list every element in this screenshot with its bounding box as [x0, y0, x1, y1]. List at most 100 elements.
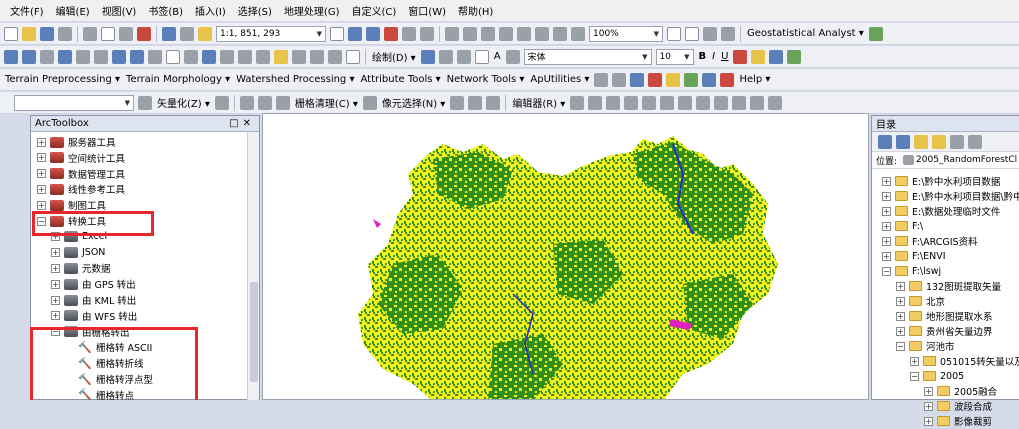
- scroll-thumb[interactable]: [250, 282, 258, 382]
- raster-snapping-icon[interactable]: [239, 95, 254, 110]
- archydro-menu-item[interactable]: Watershed Processing ▾: [233, 74, 357, 85]
- edit-tool-6-icon[interactable]: [660, 95, 675, 110]
- print-preview-icon[interactable]: [703, 26, 717, 41]
- expand-icon[interactable]: +: [51, 248, 60, 258]
- archydro-tool-icon[interactable]: [666, 72, 681, 87]
- catalog-tree-item[interactable]: + 贵州省矢量边界: [896, 323, 993, 339]
- rotate-icon[interactable]: [438, 49, 453, 64]
- expand-icon[interactable]: +: [896, 281, 905, 291]
- model-builder-icon[interactable]: [420, 26, 434, 41]
- arctoolbox-icon[interactable]: [384, 26, 398, 41]
- archydro-tool-icon[interactable]: [702, 72, 717, 87]
- toolbox-tree-item[interactable]: + 由 GPS 转出: [51, 276, 136, 292]
- select-elements-icon[interactable]: [184, 49, 198, 64]
- edit-tool-1-icon[interactable]: [570, 95, 585, 110]
- catalog-tree-item[interactable]: +2005融合: [924, 383, 997, 399]
- layout-tool-8-icon[interactable]: [571, 26, 585, 41]
- geostatistical-analyst-menu[interactable]: Geostatistical Analyst ▾: [744, 28, 867, 39]
- archydro-menu-item[interactable]: Terrain Preprocessing ▾: [2, 74, 123, 85]
- menu-item[interactable]: 文件(F): [4, 3, 50, 18]
- edit-tool-2-icon[interactable]: [588, 95, 603, 110]
- layout-tool-4-icon[interactable]: [499, 26, 513, 41]
- menu-item[interactable]: 视图(V): [96, 3, 143, 18]
- catalog-tree-item[interactable]: + F:\ENVI: [882, 248, 946, 264]
- menu-item[interactable]: 书签(B): [142, 3, 189, 18]
- edit-tool-10-icon[interactable]: [732, 95, 747, 110]
- location-value[interactable]: 2005_RandomForestCl: [916, 155, 1017, 165]
- time-slider-icon[interactable]: [328, 49, 342, 64]
- new-icon[interactable]: [4, 26, 18, 41]
- expand-icon[interactable]: +: [896, 311, 905, 321]
- viewer-icon[interactable]: [346, 49, 360, 64]
- font-color-icon[interactable]: [733, 49, 748, 64]
- expand-icon[interactable]: +: [924, 386, 933, 396]
- archydro-menu-item[interactable]: ApUtilities ▾: [527, 74, 592, 85]
- expand-icon[interactable]: +: [37, 169, 46, 179]
- catalog-tree-item[interactable]: − F:\lswj: [882, 263, 941, 279]
- delete-icon[interactable]: [137, 26, 151, 41]
- archydro-tool-icon[interactable]: [594, 72, 609, 87]
- archydro-tool-icon[interactable]: [684, 72, 699, 87]
- zoom-combo[interactable]: 100% ▼: [589, 25, 663, 42]
- hyperlink-icon[interactable]: [220, 49, 234, 64]
- go-to-xy-icon[interactable]: [310, 49, 324, 64]
- map-view[interactable]: [262, 113, 869, 400]
- draw-menu[interactable]: 绘制(D) ▾: [369, 49, 419, 64]
- vectorize-settings-icon[interactable]: [214, 95, 229, 110]
- expand-icon[interactable]: +: [37, 200, 46, 210]
- catalog-icon[interactable]: [366, 26, 380, 41]
- expand-icon[interactable]: +: [896, 296, 905, 306]
- menu-item[interactable]: 帮助(H): [452, 3, 499, 18]
- expand-icon[interactable]: +: [924, 401, 933, 411]
- underline-button[interactable]: U: [718, 51, 731, 62]
- catalog-tree-item[interactable]: + E:\黔中水利项目数据: [882, 173, 1000, 189]
- add-data-icon[interactable]: [198, 26, 212, 41]
- raster-clean-menu[interactable]: 栅格清理(C) ▾: [292, 95, 361, 110]
- forward-icon[interactable]: [896, 134, 910, 149]
- layout-tool-1-icon[interactable]: [445, 26, 459, 41]
- line-color-icon[interactable]: [769, 49, 784, 64]
- catalog-tree-item[interactable]: + 地形图提取水系: [896, 308, 993, 324]
- archydro-menu-item[interactable]: Help ▾: [736, 74, 773, 85]
- zoom-whole-page-icon[interactable]: [456, 49, 471, 64]
- back-extent-icon[interactable]: [112, 49, 126, 64]
- refresh-icon[interactable]: [950, 134, 964, 149]
- rectangle-icon[interactable]: [474, 49, 489, 64]
- cut-icon[interactable]: [83, 26, 97, 41]
- cell-select-menu[interactable]: 像元选择(N) ▾: [379, 95, 448, 110]
- collapse-icon[interactable]: −: [896, 341, 905, 351]
- measure-icon[interactable]: [256, 49, 270, 64]
- editor-menu[interactable]: 编辑器(R) ▾: [509, 95, 568, 110]
- expand-icon[interactable]: +: [37, 184, 46, 194]
- catalog-tree-item[interactable]: +051015转矢量以及: [910, 353, 1019, 369]
- toolbox-tree-item[interactable]: + 空间统计工具: [37, 150, 125, 166]
- toolbox-tree-item[interactable]: + 数据管理工具: [37, 166, 125, 182]
- menu-item[interactable]: 选择(S): [232, 3, 278, 18]
- catalog-tree-item[interactable]: + 影像裁剪: [924, 413, 992, 429]
- toolbox-tree-item[interactable]: + JSON: [51, 245, 105, 261]
- edit-tool-9-icon[interactable]: [714, 95, 729, 110]
- fixed-zoom-in-icon[interactable]: [76, 49, 90, 64]
- expand-icon[interactable]: +: [37, 153, 46, 163]
- archydro-tool-icon[interactable]: [720, 72, 735, 87]
- arctoolbox-scrollbar[interactable]: [247, 132, 259, 400]
- edit-tool-11-icon[interactable]: [750, 95, 765, 110]
- edit-vertices-icon[interactable]: [505, 49, 520, 64]
- bold-button[interactable]: B: [696, 51, 710, 62]
- collapse-icon[interactable]: −: [882, 266, 891, 276]
- toolbox-tree-item[interactable]: + 由 WFS 转出: [51, 308, 137, 324]
- expand-icon[interactable]: +: [924, 416, 933, 426]
- layout-tool-5-icon[interactable]: [517, 26, 531, 41]
- view-options-icon[interactable]: [968, 134, 982, 149]
- layout-tool-7-icon[interactable]: [553, 26, 567, 41]
- archydro-tool-icon[interactable]: [648, 72, 663, 87]
- zoom-in-icon[interactable]: [4, 49, 18, 64]
- raster-trace-icon[interactable]: [275, 95, 290, 110]
- toolbox-tree-item[interactable]: + 线性参考工具: [37, 181, 125, 197]
- italic-button[interactable]: I: [709, 51, 718, 62]
- cell-select-1-icon[interactable]: [450, 95, 465, 110]
- archydro-tool-icon[interactable]: [630, 72, 645, 87]
- layout-tool-3-icon[interactable]: [481, 26, 495, 41]
- scale-combo[interactable]: 1:1, 851, 293 ▼: [216, 25, 326, 42]
- catalog-tree-item[interactable]: + F:\ARCGIS资料: [882, 233, 978, 249]
